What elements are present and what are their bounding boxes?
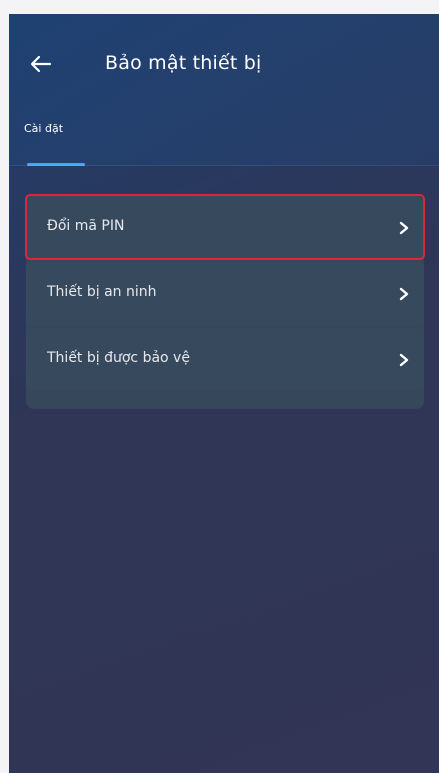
- menu-item-change-pin[interactable]: Đổi mã PIN: [26, 196, 424, 260]
- chevron-right-icon: [399, 287, 409, 301]
- back-button[interactable]: [27, 50, 55, 78]
- app-header: Bảo mật thiết bị Cài đặt: [9, 14, 439, 166]
- device-security-screen: Bảo mật thiết bị Cài đặt Đổi mã PIN Thiế…: [9, 14, 439, 773]
- settings-menu: Đổi mã PIN Thiết bị an ninh Thiết bị đượ…: [26, 195, 424, 409]
- page-title: Bảo mật thiết bị: [105, 52, 262, 74]
- header-divider: [9, 165, 439, 166]
- tab-settings[interactable]: Cài đặt: [24, 122, 63, 135]
- chevron-right-icon: [399, 221, 409, 235]
- menu-item-security-devices[interactable]: Thiết bị an ninh: [26, 262, 424, 326]
- menu-item-label: Đổi mã PIN: [47, 218, 125, 234]
- menu-item-label: Thiết bị được bảo vệ: [47, 350, 190, 366]
- menu-item-label: Thiết bị an ninh: [47, 284, 157, 300]
- menu-item-protected-devices[interactable]: Thiết bị được bảo vệ: [26, 328, 424, 390]
- chevron-right-icon: [399, 353, 409, 367]
- arrow-left-icon: [30, 55, 52, 73]
